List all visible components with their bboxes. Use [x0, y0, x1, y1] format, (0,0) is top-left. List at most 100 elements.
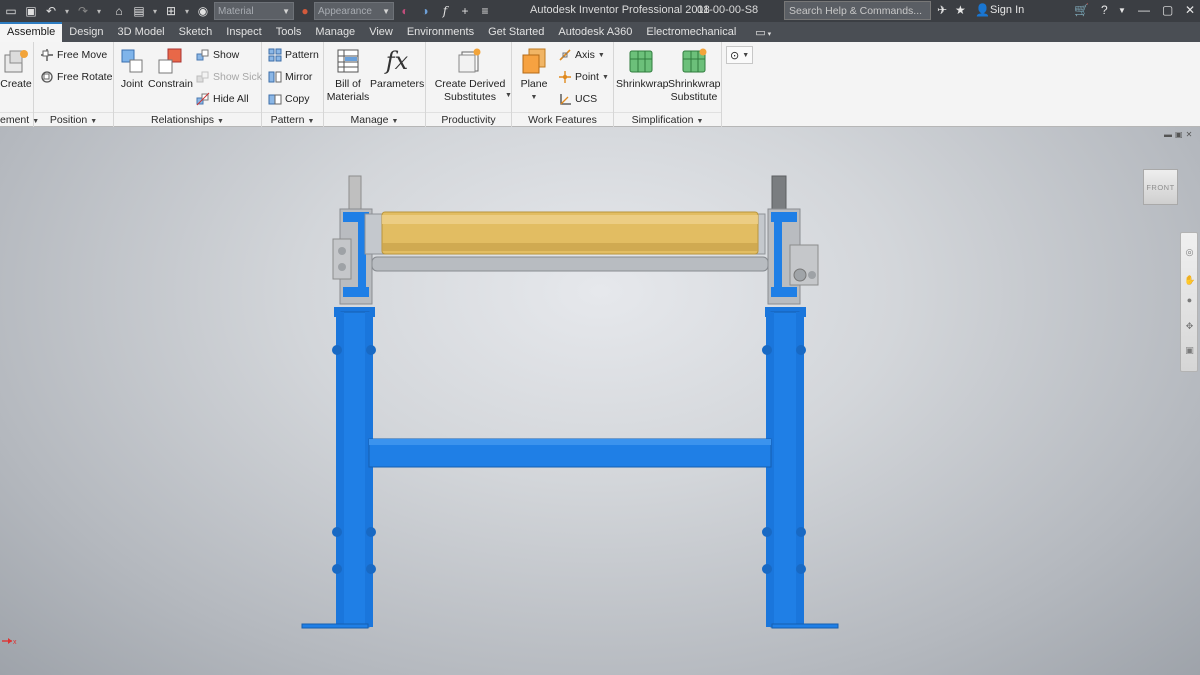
axis-icon: [558, 48, 572, 62]
undo-dropdown-icon[interactable]: ▾: [62, 2, 72, 20]
tab-assemble[interactable]: Assemble: [0, 22, 63, 42]
chevron-down-icon: ▼: [597, 51, 605, 59]
joint-icon: [118, 46, 148, 76]
clear-appearance-icon[interactable]: ◐: [396, 2, 414, 20]
cart-icon[interactable]: 🛒: [1074, 3, 1089, 17]
plus-icon[interactable]: +: [456, 2, 474, 20]
point-button[interactable]: Point ▼: [558, 68, 609, 86]
relationships-group-label[interactable]: Relationships ▼: [114, 112, 261, 126]
plane-icon: [519, 46, 549, 76]
manage-group-label[interactable]: Manage ▼: [324, 112, 425, 126]
tab-get-started[interactable]: Get Started: [481, 22, 551, 42]
joint-button[interactable]: Joint: [118, 46, 146, 91]
work-features-group: Plane ▼ Axis ▼ Point ▼ UCS Work Features: [512, 42, 614, 127]
adjust-icon[interactable]: ◑: [416, 2, 434, 20]
tab-manage[interactable]: Manage: [308, 22, 362, 42]
pattern-button[interactable]: Pattern: [268, 46, 319, 64]
chevron-down-icon: ▼: [382, 7, 390, 16]
help-dropdown-icon[interactable]: ▼: [1118, 6, 1126, 15]
update-dropdown-icon[interactable]: ▾: [150, 2, 160, 20]
copy-icon: [268, 92, 282, 106]
chevron-down-icon: ▼: [217, 118, 224, 125]
redo-icon[interactable]: ↷: [74, 2, 92, 20]
ilogic-icon[interactable]: ◉: [194, 2, 212, 20]
pan-icon[interactable]: ✋: [1184, 275, 1195, 286]
free-rotate-button[interactable]: Free Rotate: [40, 68, 112, 86]
show-icon: [196, 48, 210, 62]
undo-icon[interactable]: ↶: [42, 2, 60, 20]
ribbon-display-icon: ▭: [755, 27, 766, 39]
open-icon[interactable]: ▭: [2, 2, 20, 20]
constrain-button[interactable]: Constrain: [148, 46, 193, 91]
appearance-icon[interactable]: ●: [296, 2, 314, 20]
customize-icon[interactable]: ≡: [476, 2, 494, 20]
shrinkwrap-substitute-icon: [679, 46, 709, 76]
simplification-group-label[interactable]: Simplification ▼: [614, 112, 721, 126]
maximize-icon[interactable]: ▢: [1162, 3, 1173, 17]
tab-tools[interactable]: Tools: [269, 22, 309, 42]
tab-inspect[interactable]: Inspect: [219, 22, 268, 42]
bill-of-materials-button[interactable]: Bill of Materials: [326, 46, 370, 104]
material-dropdown[interactable]: Material ▼: [214, 2, 294, 20]
create-derived-substitutes-button[interactable]: Create Derived Substitutes: [430, 46, 510, 104]
update-icon[interactable]: ▤: [130, 2, 148, 20]
tab-design[interactable]: Design: [62, 22, 110, 42]
sign-in-button[interactable]: Sign In: [990, 4, 1024, 16]
copy-button[interactable]: Copy: [268, 90, 310, 108]
viewcube[interactable]: FRONT: [1143, 169, 1178, 205]
position-group-label[interactable]: Position ▼: [34, 112, 113, 126]
parameters-button[interactable]: fx Parameters: [370, 46, 424, 91]
save-icon[interactable]: ▣: [22, 2, 40, 20]
ribbon-display-toggle[interactable]: ▭ ▾: [743, 22, 778, 42]
cross-beam[interactable]: [368, 438, 772, 468]
zoom-icon[interactable]: ●: [1184, 295, 1195, 306]
select-dropdown-icon[interactable]: ▾: [182, 2, 192, 20]
assembly-model[interactable]: [0, 127, 1200, 675]
orbit-icon[interactable]: ✥: [1184, 321, 1195, 332]
help-search-input[interactable]: Search Help & Commands...: [784, 1, 931, 20]
close-icon[interactable]: ✕: [1185, 3, 1195, 17]
axis-button[interactable]: Axis ▼: [558, 46, 605, 64]
tab-environments[interactable]: Environments: [400, 22, 481, 42]
free-move-button[interactable]: Free Move: [40, 46, 107, 64]
mirror-button[interactable]: Mirror: [268, 68, 312, 86]
show-sick-button[interactable]: Show Sick: [196, 68, 262, 86]
free-rotate-label: Free Rotate: [57, 71, 113, 83]
minimize-icon[interactable]: —: [1138, 3, 1150, 17]
tab-electromechanical[interactable]: Electromechanical: [639, 22, 743, 42]
right-bearing-bracket[interactable]: [767, 175, 819, 305]
ucs-button[interactable]: UCS: [558, 90, 597, 108]
graphics-viewport[interactable]: ▬▣✕ FRONT ◎ ✋ ● ✥ ▣ x: [0, 127, 1200, 675]
steering-wheel-icon[interactable]: ◎: [1184, 247, 1195, 258]
component-group-label[interactable]: ement ▼: [0, 112, 39, 126]
tab-sketch[interactable]: Sketch: [172, 22, 220, 42]
shrinkwrap-button[interactable]: Shrinkwrap: [616, 46, 669, 91]
tab-3d-model[interactable]: 3D Model: [111, 22, 172, 42]
user-icon[interactable]: 👤: [975, 3, 990, 17]
create-button[interactable]: Create: [0, 46, 32, 91]
hide-all-button[interactable]: Hide All: [196, 90, 249, 108]
chevron-down-icon[interactable]: ▼: [505, 92, 512, 99]
lower-shaft[interactable]: [371, 256, 769, 272]
derived-substitute-icon: [455, 46, 485, 76]
position-group: Free Move Free Rotate Position ▼: [34, 42, 114, 127]
show-button[interactable]: Show: [196, 46, 239, 64]
help-icon[interactable]: ?: [1101, 3, 1108, 17]
appearance-dropdown[interactable]: Appearance ▼: [314, 2, 394, 20]
shrinkwrap-substitute-button[interactable]: Shrinkwrap Substitute: [668, 46, 721, 104]
select-icon[interactable]: ⊞: [162, 2, 180, 20]
main-roller[interactable]: [381, 211, 759, 255]
options-dropdown[interactable]: ⊙ ▼: [726, 46, 754, 64]
left-leg[interactable]: [301, 307, 376, 629]
tab-view[interactable]: View: [362, 22, 400, 42]
plane-button[interactable]: Plane ▼: [518, 46, 550, 104]
binoculars-icon[interactable]: ✈: [937, 3, 947, 17]
fx-icon[interactable]: f: [436, 2, 454, 20]
tab-autodesk-a360[interactable]: Autodesk A360: [551, 22, 639, 42]
right-leg[interactable]: [762, 307, 839, 629]
star-icon[interactable]: ★: [955, 3, 966, 17]
pattern-group-label[interactable]: Pattern ▼: [262, 112, 323, 126]
look-at-icon[interactable]: ▣: [1184, 345, 1195, 356]
redo-dropdown-icon[interactable]: ▾: [94, 2, 104, 20]
home-icon[interactable]: ⌂: [110, 2, 128, 20]
